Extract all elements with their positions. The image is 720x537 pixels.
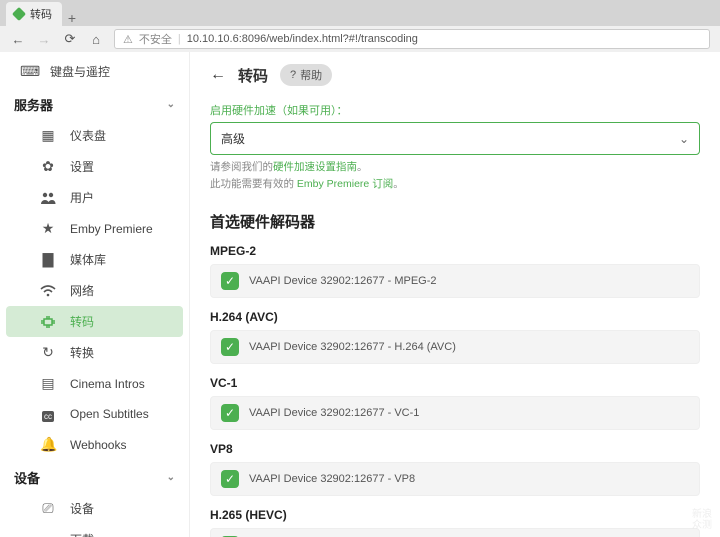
sidebar-item-devices[interactable]: ⎚ 设备	[0, 493, 189, 524]
cc-icon: cc	[40, 406, 56, 422]
decoder-device-row[interactable]: ✓ VAAPI Device 32902:12677 - H.264 (AVC)	[210, 330, 700, 364]
sidebar-item-label: 媒体库	[70, 251, 106, 268]
sidebar-item-label: Open Subtitles	[70, 407, 149, 421]
back-icon[interactable]: ←	[10, 32, 26, 47]
sidebar-item-users[interactable]: 用户	[0, 182, 189, 213]
home-icon[interactable]: ⌂	[88, 32, 104, 47]
device-label: VAAPI Device 32902:12677 - VC-1	[249, 407, 419, 419]
new-tab-button[interactable]: +	[62, 10, 82, 26]
sidebar-item-label: 转换	[70, 344, 94, 361]
checkbox-checked-icon[interactable]: ✓	[221, 338, 239, 356]
device-label: VAAPI Device 32902:12677 - VP8	[249, 473, 415, 485]
keyboard-icon: ⌨	[20, 63, 36, 80]
sidebar-item-label: Emby Premiere	[70, 222, 153, 236]
browser-chrome: 转码 + ← → ⟳ ⌂ ⚠ 不安全 | 10.10.10.6:8096/web…	[0, 0, 720, 52]
sidebar-item-cinema[interactable]: ▤ Cinema Intros	[0, 368, 189, 399]
device-label: VAAPI Device 32902:12677 - MPEG-2	[249, 275, 437, 287]
decoder-device-row[interactable]: ✓ VAAPI Device 32902:12677 - VC-1	[210, 396, 700, 430]
sidebar: ⌨ 键盘与遥控 服务器 ⌄ ▦ 仪表盘 ✿ 设置 用户 ★ Emby Premi…	[0, 52, 190, 537]
bell-icon: 🔔	[40, 436, 56, 453]
sidebar-item-label: 键盘与遥控	[50, 63, 110, 80]
device-label: VAAPI Device 32902:12677 - H.264 (AVC)	[249, 341, 456, 353]
sidebar-item-network[interactable]: 网络	[0, 275, 189, 306]
users-icon	[40, 191, 56, 205]
app-container: ⌨ 键盘与遥控 服务器 ⌄ ▦ 仪表盘 ✿ 设置 用户 ★ Emby Premi…	[0, 52, 720, 537]
chevron-down-icon: ⌄	[167, 472, 175, 483]
url-input[interactable]: ⚠ 不安全 | 10.10.10.6:8096/web/index.html?#…	[114, 29, 710, 49]
gear-icon: ✿	[40, 158, 56, 175]
page-title: 转码	[238, 65, 268, 86]
sidebar-item-dashboard[interactable]: ▦ 仪表盘	[0, 120, 189, 151]
codec-label: H.264 (AVC)	[210, 310, 700, 324]
sync-icon: ↻	[40, 344, 56, 361]
transcode-icon	[40, 315, 56, 329]
browser-tab[interactable]: 转码	[6, 2, 62, 26]
url-text: 10.10.10.6:8096/web/index.html?#!/transc…	[187, 33, 418, 45]
sidebar-item-label: Webhooks	[70, 438, 126, 452]
sidebar-item-keyboard[interactable]: ⌨ 键盘与遥控	[0, 56, 189, 87]
devices-icon: ⎚	[40, 500, 56, 517]
hw-accel-label: 启用硬件加速（如果可用）：	[210, 102, 700, 118]
forward-icon[interactable]: →	[36, 32, 52, 47]
page-header: ← 转码 ? 帮助	[210, 64, 700, 86]
sidebar-item-settings[interactable]: ✿ 设置	[0, 151, 189, 182]
help-button[interactable]: ? 帮助	[280, 64, 332, 86]
sidebar-item-label: 转码	[70, 313, 94, 330]
sidebar-item-label: 下载	[70, 531, 94, 537]
reload-icon[interactable]: ⟳	[62, 31, 78, 47]
download-icon: ☁	[40, 531, 56, 537]
hint-text: 请参阅我们的硬件加速设置指南。 此功能需要有效的 Emby Premiere 订…	[210, 159, 700, 193]
sidebar-item-transcoding[interactable]: 转码	[6, 306, 183, 337]
sidebar-section-server[interactable]: 服务器 ⌄	[0, 87, 189, 120]
film-icon: ▤	[40, 375, 56, 392]
checkbox-checked-icon[interactable]: ✓	[221, 272, 239, 290]
sidebar-item-webhooks[interactable]: 🔔 Webhooks	[0, 429, 189, 460]
sidebar-item-label: 设备	[70, 500, 94, 517]
dashboard-icon: ▦	[40, 127, 56, 144]
codec-label: MPEG-2	[210, 244, 700, 258]
address-bar: ← → ⟳ ⌂ ⚠ 不安全 | 10.10.10.6:8096/web/inde…	[0, 26, 720, 52]
help-icon: ?	[290, 69, 296, 81]
decoder-device-row[interactable]: ✓ VAAPI Device 32902:12677 - MPEG-2	[210, 264, 700, 298]
main-content: ← 转码 ? 帮助 启用硬件加速（如果可用）： 高级 ⌄ 请参阅我们的硬件加速设…	[190, 52, 720, 537]
decoder-section-title: 首选硬件解码器	[210, 211, 700, 232]
sidebar-item-label: 网络	[70, 282, 94, 299]
codec-label: H.265 (HEVC)	[210, 508, 700, 522]
chevron-down-icon: ⌄	[167, 99, 175, 110]
codec-label: VP8	[210, 442, 700, 456]
sidebar-item-label: 用户	[70, 189, 94, 206]
tab-bar: 转码 +	[0, 0, 720, 26]
sidebar-item-library[interactable]: ▇ 媒体库	[0, 244, 189, 275]
checkbox-checked-icon[interactable]: ✓	[221, 470, 239, 488]
sidebar-section-devices[interactable]: 设备 ⌄	[0, 460, 189, 493]
back-button[interactable]: ←	[210, 66, 226, 84]
premiere-link[interactable]: Emby Premiere 订阅	[297, 178, 393, 190]
codec-label: VC-1	[210, 376, 700, 390]
sidebar-item-label: Cinema Intros	[70, 377, 145, 391]
sidebar-item-download[interactable]: ☁ 下载	[0, 524, 189, 537]
hw-guide-link[interactable]: 硬件加速设置指南	[273, 161, 357, 173]
chevron-down-icon: ⌄	[679, 132, 689, 146]
insecure-icon: ⚠	[123, 33, 133, 46]
sidebar-item-subtitles[interactable]: cc Open Subtitles	[0, 399, 189, 429]
decoder-device-row[interactable]: ✓ VAAPI Device 32902:12677 - VP8	[210, 462, 700, 496]
insecure-label: 不安全	[139, 31, 172, 47]
tab-title: 转码	[30, 6, 52, 22]
wifi-icon	[40, 285, 56, 297]
dropdown-value: 高级	[221, 130, 245, 147]
sidebar-item-convert[interactable]: ↻ 转换	[0, 337, 189, 368]
sidebar-item-label: 设置	[70, 158, 94, 175]
favicon-icon	[12, 7, 26, 21]
decoder-device-row[interactable]: ✓VAAPI Device 32902:12677 - H.265 (HEVC)	[210, 528, 700, 537]
star-icon: ★	[40, 220, 56, 237]
hw-accel-dropdown[interactable]: 高级 ⌄	[210, 122, 700, 155]
checkbox-checked-icon[interactable]: ✓	[221, 404, 239, 422]
sidebar-item-premiere[interactable]: ★ Emby Premiere	[0, 213, 189, 244]
sidebar-item-label: 仪表盘	[70, 127, 106, 144]
folder-icon: ▇	[40, 251, 56, 268]
